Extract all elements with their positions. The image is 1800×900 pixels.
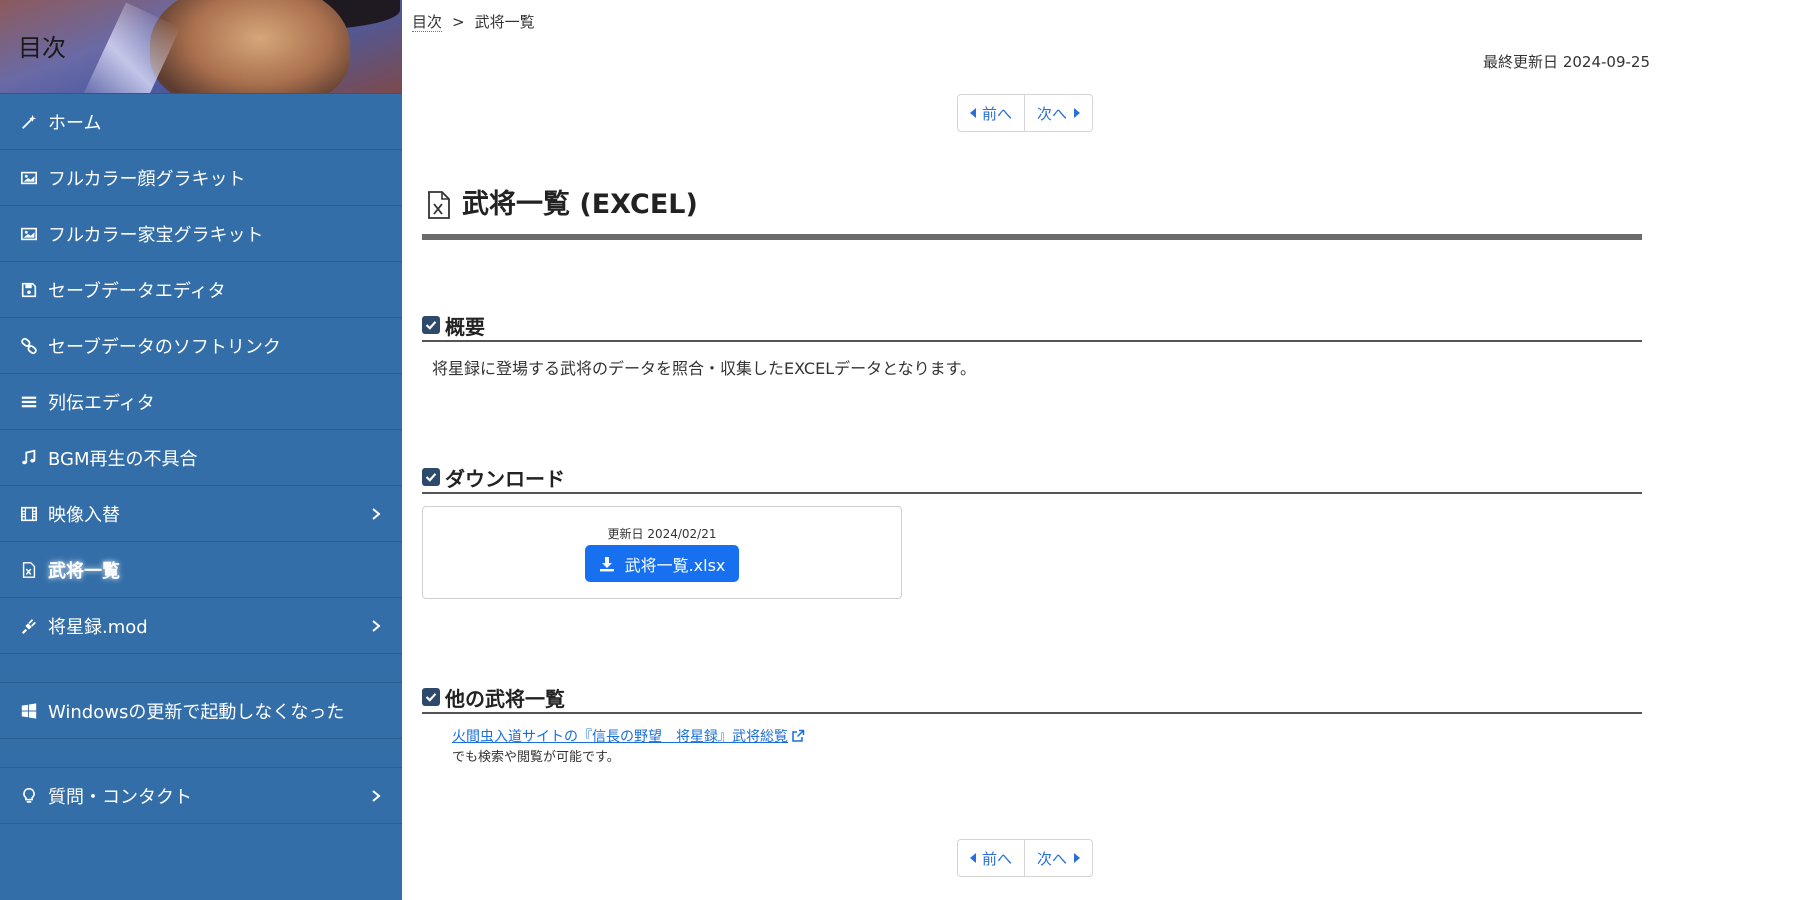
- caret-left-icon: [970, 853, 976, 863]
- download-card: 更新日 2024/02/21 武将一覧.xlsx: [422, 506, 902, 599]
- plug-icon: [19, 616, 39, 636]
- breadcrumb-current: 武将一覧: [474, 13, 535, 31]
- film-icon: [19, 504, 39, 524]
- excel-file-icon: [19, 560, 39, 580]
- checkbox-checked-icon: [422, 688, 440, 706]
- sidebar-item-biography-editor[interactable]: 列伝エディタ: [0, 374, 402, 430]
- chevron-right-icon: [372, 619, 381, 632]
- sidebar-header-banner: 目次: [0, 0, 402, 94]
- sidebar-item-video-replace[interactable]: 映像入替: [0, 486, 402, 542]
- external-link-note: でも検索や閲覧が可能です。: [452, 750, 620, 765]
- overview-description: 将星録に登場する武将のデータを照合・収集したEXCELデータとなります。: [432, 359, 977, 378]
- checkbox-checked-icon: [422, 316, 440, 334]
- sidebar-item-save-data-softlink[interactable]: セーブデータのソフトリンク: [0, 318, 402, 374]
- next-page-label: 次へ: [1037, 104, 1068, 123]
- nav-spacer: [0, 739, 402, 768]
- sidebar-item-label: セーブデータエディタ: [48, 280, 226, 302]
- sidebar-item-home[interactable]: ホーム: [0, 94, 402, 150]
- section-other-list-heading: 他の武将一覧: [422, 682, 1642, 714]
- page-title-row: 武将一覧 (EXCEL): [422, 186, 1642, 240]
- breadcrumb-separator: >: [452, 13, 465, 31]
- magic-wand-icon: [19, 112, 39, 132]
- link-icon: [19, 336, 39, 356]
- sidebar-item-save-data-editor[interactable]: セーブデータエディタ: [0, 262, 402, 318]
- section-title: ダウンロード: [445, 466, 565, 491]
- last-updated-date: 最終更新日 2024-09-25: [1483, 53, 1650, 71]
- caret-left-icon: [970, 108, 976, 118]
- external-link-icon: [792, 729, 805, 742]
- main-content: 目次 > 武将一覧 最終更新日 2024-09-25 前へ 次へ 武将一覧 (EXC…: [402, 0, 1800, 900]
- prev-page-label: 前へ: [982, 849, 1013, 868]
- external-warlord-list-link[interactable]: 火間虫入道サイトの『信長の野望 将星録』武将総覧: [452, 726, 805, 746]
- sidebar-item-label: Windowsの更新で起動しなくなった: [48, 701, 345, 723]
- sidebar-item-label: BGM再生の不具合: [48, 448, 198, 470]
- sidebar-item-face-graphics-kit[interactable]: フルカラー顔グラキット: [0, 150, 402, 206]
- sidebar-nav: ホーム フルカラー顔グラキット フルカラー家宝グラキット セーブデータエディタ …: [0, 94, 402, 824]
- sidebar-item-label: 将星録.mod: [48, 616, 148, 638]
- prev-page-button[interactable]: 前へ: [958, 840, 1024, 876]
- sidebar-item-bgm-issue[interactable]: BGM再生の不具合: [0, 430, 402, 486]
- warlord-portrait-image: [150, 0, 350, 93]
- caret-right-icon: [1074, 853, 1081, 863]
- sidebar-item-heirloom-graphics-kit[interactable]: フルカラー家宝グラキット: [0, 206, 402, 262]
- image-icon: [19, 224, 39, 244]
- external-link-label: 火間虫入道サイトの『信長の野望 将星録』武将総覧: [452, 729, 788, 745]
- section-overview-heading: 概要: [422, 310, 1642, 342]
- sidebar-item-label: フルカラー顔グラキット: [48, 168, 246, 190]
- image-icon: [19, 168, 39, 188]
- sidebar-item-label: 武将一覧: [48, 560, 120, 582]
- pager-bottom: 前へ 次へ: [957, 839, 1094, 877]
- pager-top: 前へ 次へ: [957, 94, 1094, 132]
- sidebar-item-label: セーブデータのソフトリンク: [48, 336, 281, 358]
- excel-file-icon: [428, 191, 450, 219]
- lightbulb-icon: [19, 786, 39, 806]
- next-page-button[interactable]: 次へ: [1024, 840, 1092, 876]
- list-icon: [19, 392, 39, 412]
- floppy-disk-icon: [19, 280, 39, 300]
- caret-right-icon: [1074, 108, 1081, 118]
- section-title: 他の武将一覧: [445, 686, 565, 711]
- next-page-label: 次へ: [1037, 849, 1068, 868]
- sidebar-item-warlord-list[interactable]: 武将一覧: [0, 542, 402, 598]
- sidebar-item-label: ホーム: [48, 112, 102, 134]
- section-download-heading: ダウンロード: [422, 462, 1642, 494]
- sidebar-item-label: 列伝エディタ: [48, 392, 155, 414]
- sidebar-item-contact[interactable]: 質問・コンタクト: [0, 768, 402, 824]
- section-title: 概要: [445, 314, 485, 339]
- download-updated-date: 更新日 2024/02/21: [607, 527, 717, 541]
- sidebar-item-windows-update[interactable]: Windowsの更新で起動しなくなった: [0, 683, 402, 739]
- windows-icon: [19, 701, 39, 721]
- music-note-icon: [19, 448, 39, 468]
- download-icon: [599, 556, 614, 571]
- sidebar: 目次 ホーム フルカラー顔グラキット フルカラー家宝グラキット セーブデータエデ…: [0, 0, 402, 900]
- chevron-right-icon: [372, 507, 381, 520]
- nav-spacer: [0, 654, 402, 683]
- breadcrumb-home-link[interactable]: 目次: [412, 13, 443, 32]
- chevron-right-icon: [372, 789, 381, 802]
- sidebar-item-label: フルカラー家宝グラキット: [48, 224, 264, 246]
- sidebar-title: 目次: [18, 34, 66, 62]
- sidebar-item-shoseiroku-mod[interactable]: 将星録.mod: [0, 598, 402, 654]
- page-title: 武将一覧 (EXCEL): [462, 189, 698, 220]
- prev-page-button[interactable]: 前へ: [958, 95, 1024, 131]
- download-button-label: 武将一覧.xlsx: [624, 555, 726, 575]
- sidebar-item-label: 映像入替: [48, 504, 120, 526]
- next-page-button[interactable]: 次へ: [1024, 95, 1092, 131]
- prev-page-label: 前へ: [982, 104, 1013, 123]
- breadcrumb: 目次 > 武将一覧: [412, 11, 535, 32]
- sidebar-item-label: 質問・コンタクト: [48, 786, 192, 808]
- checkbox-checked-icon: [422, 468, 440, 486]
- download-xlsx-button[interactable]: 武将一覧.xlsx: [585, 545, 739, 582]
